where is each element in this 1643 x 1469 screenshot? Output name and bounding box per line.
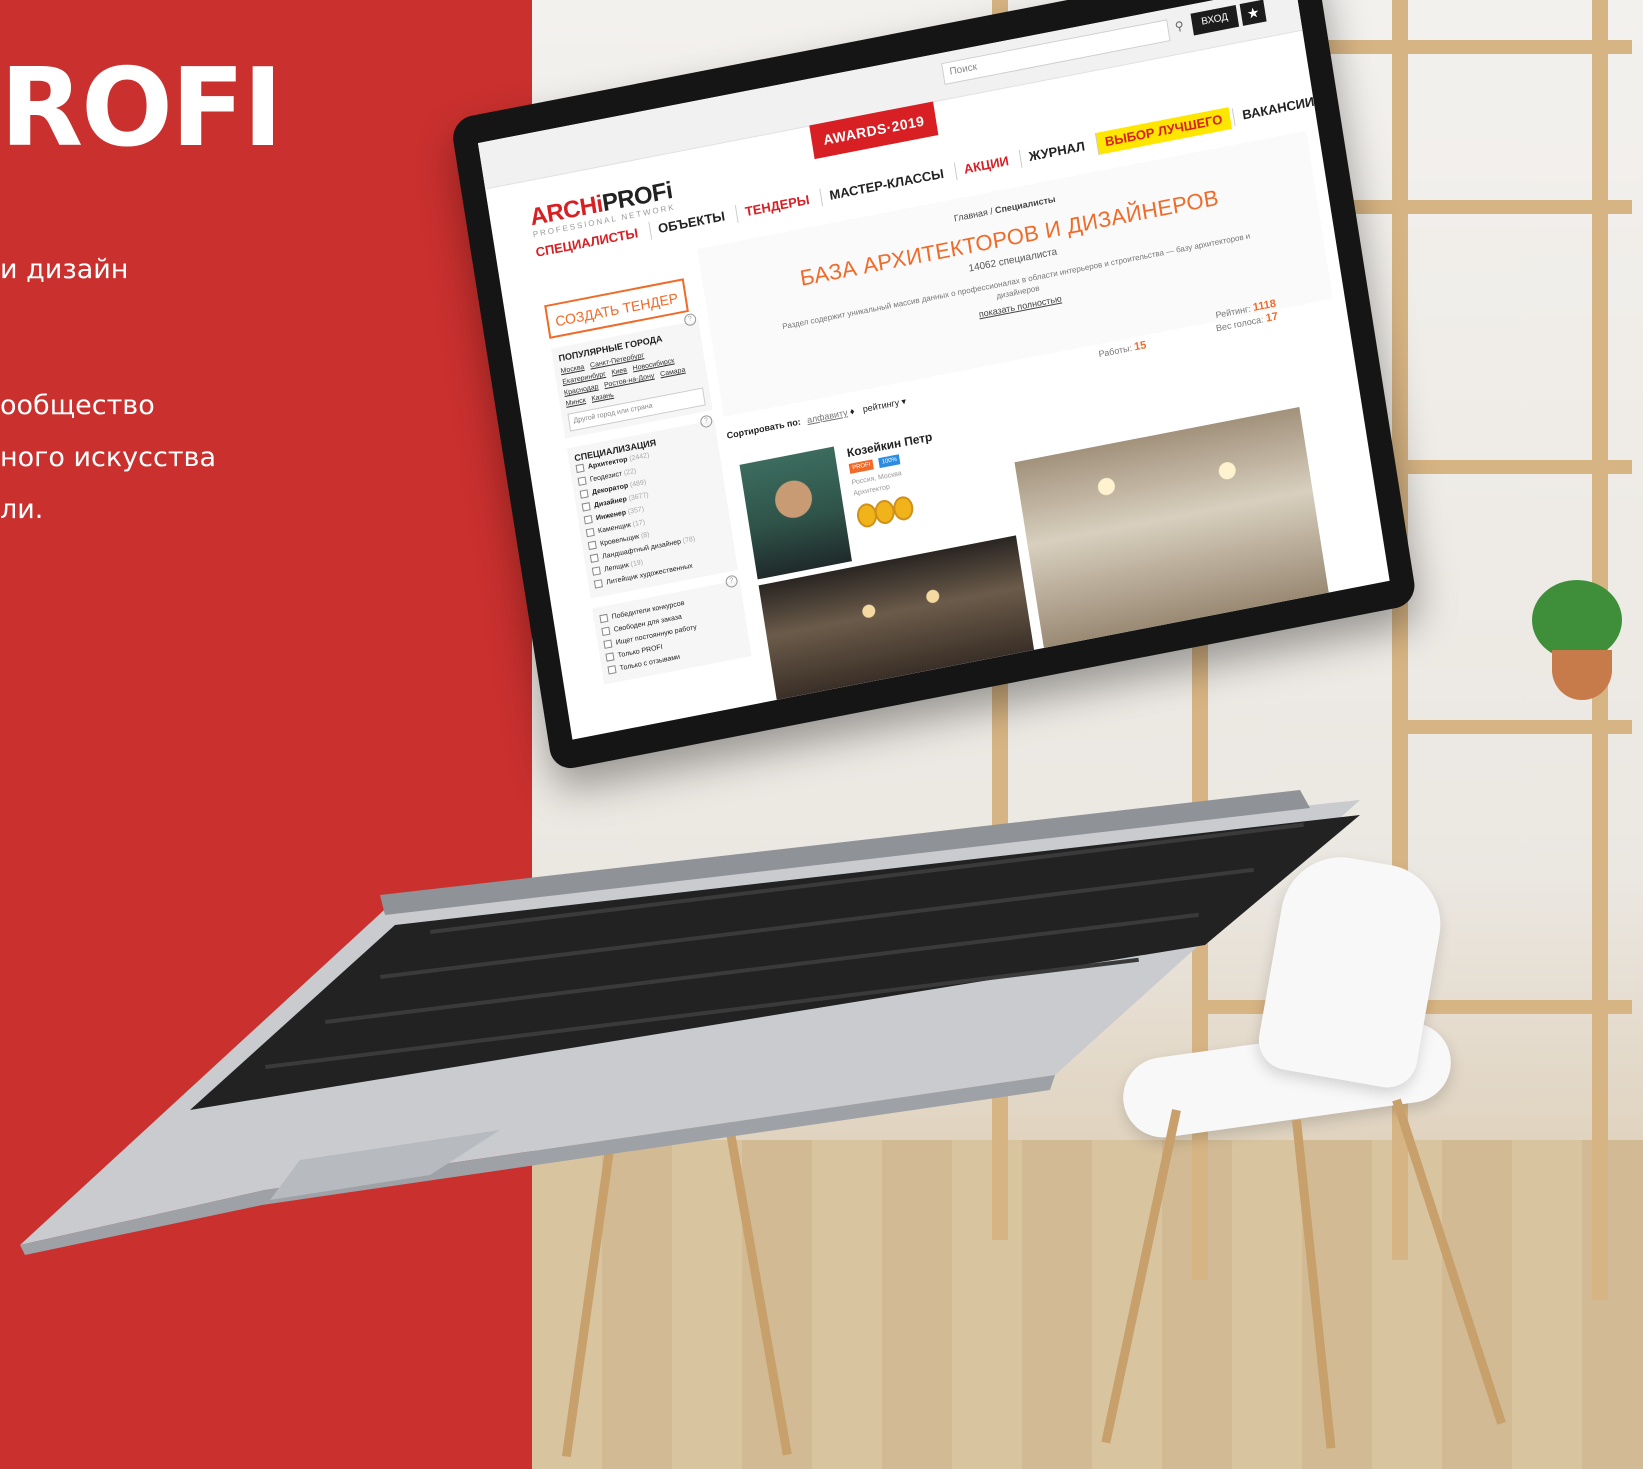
city-link[interactable]: Киев <box>611 367 627 377</box>
favorites-star-icon[interactable]: ★ <box>1239 0 1267 26</box>
nav-best-choice[interactable]: ВЫБОР ЛУЧШЕГО <box>1094 107 1232 155</box>
hero-line-1: и дизайн <box>0 254 129 285</box>
chevron-down-icon: ▾ <box>900 395 907 407</box>
checkbox[interactable] <box>583 515 593 525</box>
checkbox[interactable] <box>607 665 617 675</box>
award-medals <box>855 494 915 534</box>
nav-master-classes[interactable]: МАСТЕР-КЛАССЫ <box>819 163 954 207</box>
checkbox[interactable] <box>587 540 597 551</box>
checkbox[interactable] <box>603 639 613 650</box>
checkbox[interactable] <box>601 626 611 637</box>
breadcrumb-home[interactable]: Главная <box>953 207 988 223</box>
nav-journal[interactable]: ЖУРНАЛ <box>1018 135 1095 168</box>
sort-label: Сортировать по: <box>726 416 802 441</box>
city-link[interactable]: Минск <box>565 397 586 408</box>
city-link[interactable]: Самара <box>660 367 686 379</box>
checkbox[interactable] <box>579 489 589 499</box>
checkbox[interactable] <box>581 502 591 512</box>
login-button[interactable]: ВХОД <box>1190 4 1240 36</box>
extra-filters-box: ? Победители конкурсов Свободен для зака… <box>592 574 752 685</box>
nav-vacancies[interactable]: ВАКАНСИИ <box>1232 91 1324 127</box>
plant-leaves <box>1532 580 1622 660</box>
popular-cities-box: ? ПОПУЛЯРНЫЕ ГОРОДА Москва Санкт-Петербу… <box>551 312 713 439</box>
specialist-role: Архитектор <box>852 483 891 498</box>
left-brand-panel: ROFI и дизайн ообщество ного искусства л… <box>0 0 532 1469</box>
checkbox[interactable] <box>589 553 599 564</box>
help-icon[interactable]: ? <box>683 312 698 327</box>
hero-title: ROFI <box>0 46 283 171</box>
breadcrumb-separator: / <box>989 206 994 217</box>
shelf-board <box>1392 720 1632 734</box>
help-icon[interactable]: ? <box>724 574 739 589</box>
nav-promotions[interactable]: АКЦИИ <box>953 150 1019 181</box>
hero-line-2: ообщество <box>0 390 155 421</box>
completeness-badge: 100% <box>878 454 901 469</box>
breadcrumb-current: Специалисты <box>994 193 1057 216</box>
hero-line-4: ли. <box>0 494 44 525</box>
checkbox[interactable] <box>593 579 603 589</box>
wooden-floor <box>532 1140 1643 1469</box>
checkbox[interactable] <box>605 652 615 662</box>
sort-alphabet-option[interactable]: алфавиту <box>806 407 848 425</box>
city-link[interactable]: Москва <box>560 364 585 375</box>
search-icon[interactable]: ⚲ <box>1171 18 1187 35</box>
city-link[interactable]: Казань <box>591 392 614 403</box>
avatar[interactable] <box>739 446 852 580</box>
shelf-board <box>1392 460 1632 474</box>
checkbox[interactable] <box>591 566 601 576</box>
help-icon[interactable]: ? <box>699 414 714 429</box>
checkbox[interactable] <box>585 527 595 538</box>
specialization-box: ? СПЕЦИАЛИЗАЦИЯ Архитектор (2442) Геодез… <box>566 414 738 599</box>
sort-arrow-icon: ♦ <box>849 406 856 417</box>
profi-badge: PROFI <box>848 459 875 474</box>
checkbox[interactable] <box>575 463 585 474</box>
specialist-location: Россия, Москва <box>851 470 903 487</box>
sort-rating-option[interactable]: рейтингу <box>862 397 900 414</box>
checkbox[interactable] <box>577 476 587 487</box>
medal-icon <box>891 494 915 523</box>
checkbox[interactable] <box>599 613 609 624</box>
hero-line-3: ного искусства <box>0 442 217 473</box>
nav-tenders[interactable]: ТЕНДЕРЫ <box>734 189 819 223</box>
